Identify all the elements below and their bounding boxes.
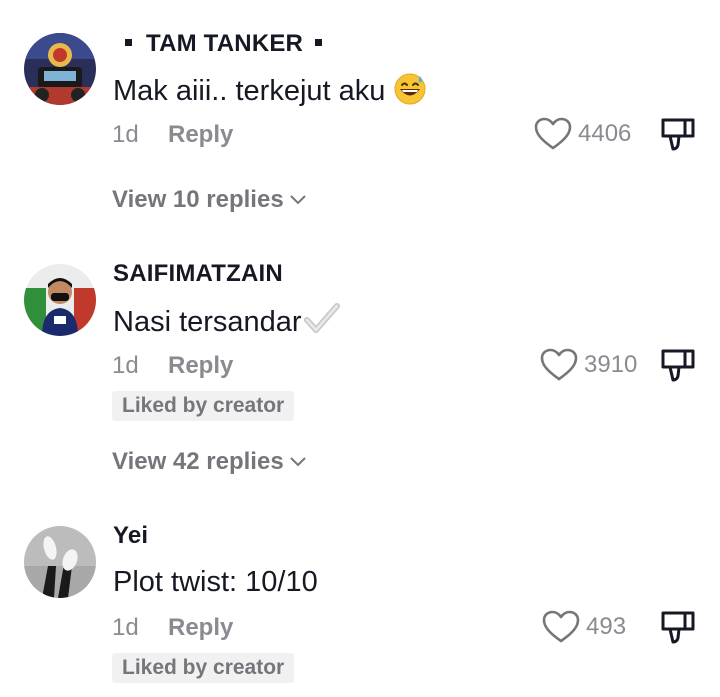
thumbs-down-icon [661, 611, 695, 644]
dislike-button[interactable] [660, 609, 696, 645]
thumbs-down-icon [661, 118, 695, 151]
chevron-down-icon [289, 457, 306, 467]
username[interactable]: TAM TANKER [113, 30, 336, 58]
like-button[interactable]: 493 [542, 610, 626, 644]
check-mark-emoji-icon [303, 303, 340, 343]
comment-time: 1d [112, 352, 139, 379]
reply-button[interactable]: Reply [168, 614, 233, 642]
username[interactable]: Yei [113, 522, 148, 550]
like-count: 493 [586, 613, 627, 640]
liked-by-creator-badge: Liked by creator [112, 391, 295, 421]
avatar[interactable] [24, 33, 96, 105]
dislike-button[interactable] [660, 347, 696, 383]
view-replies-button[interactable]: View 10 replies [112, 186, 306, 214]
like-button[interactable]: 4406 [534, 117, 631, 151]
like-count: 4406 [578, 120, 632, 147]
square-decoration-icon [315, 39, 323, 47]
heart-icon [540, 348, 578, 381]
chevron-down-icon [289, 195, 306, 205]
comment-time: 1d [112, 614, 139, 641]
reply-button[interactable]: Reply [168, 121, 233, 149]
view-replies-button[interactable]: View 42 replies [112, 448, 306, 476]
like-count: 3910 [584, 351, 638, 378]
grinning-sweat-emoji-icon [393, 72, 427, 114]
avatar[interactable] [24, 264, 96, 336]
comment-text: Plot twist: 10/10 [113, 566, 318, 598]
username[interactable]: SAIFIMATZAIN [113, 260, 283, 288]
avatar[interactable] [24, 526, 96, 598]
comment-text: Mak aiii.. terkejut aku [113, 72, 427, 114]
like-button[interactable]: 3910 [540, 348, 637, 382]
reply-button[interactable]: Reply [168, 352, 233, 380]
heart-icon [534, 117, 572, 150]
liked-by-creator-badge: Liked by creator [112, 653, 295, 683]
comment-text: Nasi tersandar [113, 303, 340, 343]
dislike-button[interactable] [660, 116, 696, 152]
square-decoration-icon [125, 39, 132, 47]
comment-time: 1d [112, 121, 139, 148]
heart-icon [542, 610, 580, 643]
thumbs-down-icon [661, 349, 695, 382]
